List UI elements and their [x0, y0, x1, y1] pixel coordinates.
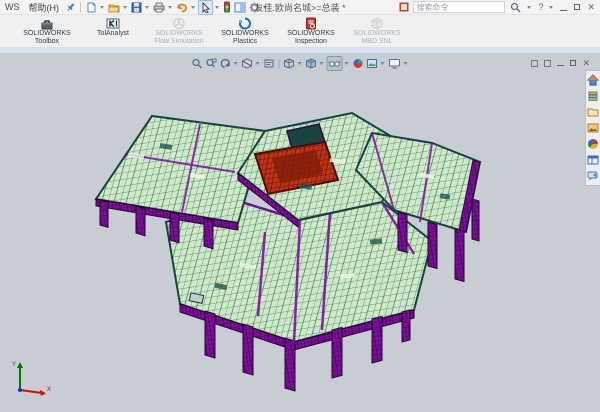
- toolbar-separator: [80, 2, 81, 13]
- document-window-controls: ✕: [531, 58, 590, 68]
- undo-icon[interactable]: [175, 1, 189, 14]
- restore-icon[interactable]: [572, 4, 582, 10]
- plastics-icon: [238, 16, 252, 30]
- pushpin-icon[interactable]: [66, 2, 76, 12]
- search-input[interactable]: [416, 3, 486, 12]
- print-icon[interactable]: [152, 1, 166, 14]
- doc-square-1-icon[interactable]: [531, 60, 538, 67]
- taskpane-tabs: [585, 70, 600, 186]
- ribbon-item-solidworks-toolbox[interactable]: SOLIDWORKS Toolbox: [16, 16, 78, 46]
- design-library-icon[interactable]: [587, 89, 600, 102]
- inspection-icon: [304, 16, 318, 30]
- apply-scene-icon[interactable]: [366, 57, 379, 70]
- hide-show-items-icon[interactable]: [327, 56, 343, 71]
- search-caret-icon[interactable]: [527, 6, 531, 9]
- save-caret-icon[interactable]: [145, 6, 149, 9]
- ribbon-item-inspection[interactable]: SOLIDWORKS Inspection: [280, 16, 342, 46]
- menu-cropped-tail[interactable]: WS: [3, 2, 22, 12]
- help-caret-icon[interactable]: [549, 6, 553, 9]
- view-orientation-caret-icon[interactable]: [298, 62, 302, 65]
- options-caret-icon[interactable]: [263, 6, 267, 9]
- apply-scene-caret-icon[interactable]: [381, 62, 385, 65]
- view-settings-caret-icon[interactable]: [404, 62, 408, 65]
- custom-properties-icon[interactable]: [587, 153, 600, 166]
- print-caret-icon[interactable]: [168, 6, 172, 9]
- titlebar-right: ? ✕: [398, 1, 597, 13]
- ribbon-item-flow-simulation: SOLIDWORKS Flow Simulation: [148, 16, 210, 46]
- tolanalyst-icon: [106, 16, 120, 30]
- minimize-icon[interactable]: [558, 4, 569, 11]
- menu-bar: WS 帮助(H): [3, 1, 76, 14]
- hide-show-caret-icon[interactable]: [345, 62, 349, 65]
- toolbox-icon: [40, 16, 54, 30]
- options-gear-icon[interactable]: [248, 1, 261, 14]
- view-settings-icon[interactable]: [388, 57, 402, 70]
- orientation-triad: Y X: [8, 358, 54, 398]
- search-type-icon[interactable]: [398, 1, 410, 13]
- view-orientation-icon[interactable]: [283, 57, 296, 70]
- zoom-area-icon[interactable]: [205, 57, 218, 70]
- select-arrow-icon[interactable]: [198, 0, 213, 15]
- triad-y-label: Y: [12, 362, 16, 368]
- search-box: [413, 1, 505, 13]
- home-icon[interactable]: [587, 73, 600, 86]
- graphics-viewport[interactable]: ✕: [0, 54, 600, 412]
- model-assembly[interactable]: [0, 54, 600, 412]
- forum-icon[interactable]: [587, 169, 600, 182]
- rebuild-traffic-light-icon[interactable]: [222, 0, 232, 14]
- search-magnifier-icon[interactable]: [508, 2, 523, 13]
- headsup-separator: [279, 59, 280, 69]
- select-caret-icon[interactable]: [215, 6, 219, 9]
- display-style-icon[interactable]: [305, 57, 318, 70]
- ribbon-item-plastics[interactable]: SOLIDWORKS Plastics: [214, 16, 276, 46]
- ribbon-item-tolanalyst[interactable]: TolAnalyst: [82, 16, 144, 38]
- open-icon[interactable]: [107, 1, 121, 14]
- titlebar: WS 帮助(H): [0, 0, 600, 15]
- help-icon[interactable]: ?: [536, 2, 545, 12]
- save-icon[interactable]: [130, 1, 143, 14]
- flow-simulation-icon: [172, 16, 186, 30]
- close-icon[interactable]: ✕: [585, 3, 597, 12]
- quick-access-toolbar: [85, 0, 269, 15]
- appearances-scenes-icon[interactable]: [587, 137, 600, 150]
- section-view-caret-icon[interactable]: [256, 62, 260, 65]
- solidworks-window: WS 帮助(H): [0, 0, 600, 412]
- doc-close-icon[interactable]: ✕: [582, 59, 590, 68]
- headsup-toolbar: [191, 56, 410, 71]
- mbd-icon: [370, 16, 384, 30]
- new-caret-icon[interactable]: [100, 6, 104, 9]
- section-view-icon[interactable]: [241, 57, 254, 70]
- doc-square-2-icon[interactable]: [544, 60, 551, 67]
- previous-view-caret-icon[interactable]: [234, 62, 238, 65]
- panes-icon[interactable]: [233, 1, 247, 14]
- menu-help[interactable]: 帮助(H): [27, 1, 62, 14]
- previous-view-icon[interactable]: [219, 57, 232, 70]
- edit-appearance-icon[interactable]: [352, 57, 365, 70]
- view-palette-icon[interactable]: [587, 121, 600, 134]
- display-style-caret-icon[interactable]: [320, 62, 324, 65]
- ribbon-item-mbd-snl: SOLIDWORKS MBD SNL: [346, 16, 408, 46]
- new-document-icon[interactable]: [85, 1, 98, 14]
- dynamic-annotation-icon[interactable]: [263, 57, 276, 70]
- undo-caret-icon[interactable]: [191, 6, 195, 9]
- doc-restore-icon[interactable]: [570, 58, 576, 68]
- doc-minimize-icon[interactable]: [557, 58, 564, 68]
- file-explorer-icon[interactable]: [587, 105, 600, 118]
- ribbon: SOLIDWORKS Toolbox TolAnalyst SOLIDWORKS…: [0, 15, 600, 48]
- triad-x-label: X: [47, 387, 51, 393]
- open-caret-icon[interactable]: [123, 6, 127, 9]
- zoom-fit-icon[interactable]: [191, 57, 204, 70]
